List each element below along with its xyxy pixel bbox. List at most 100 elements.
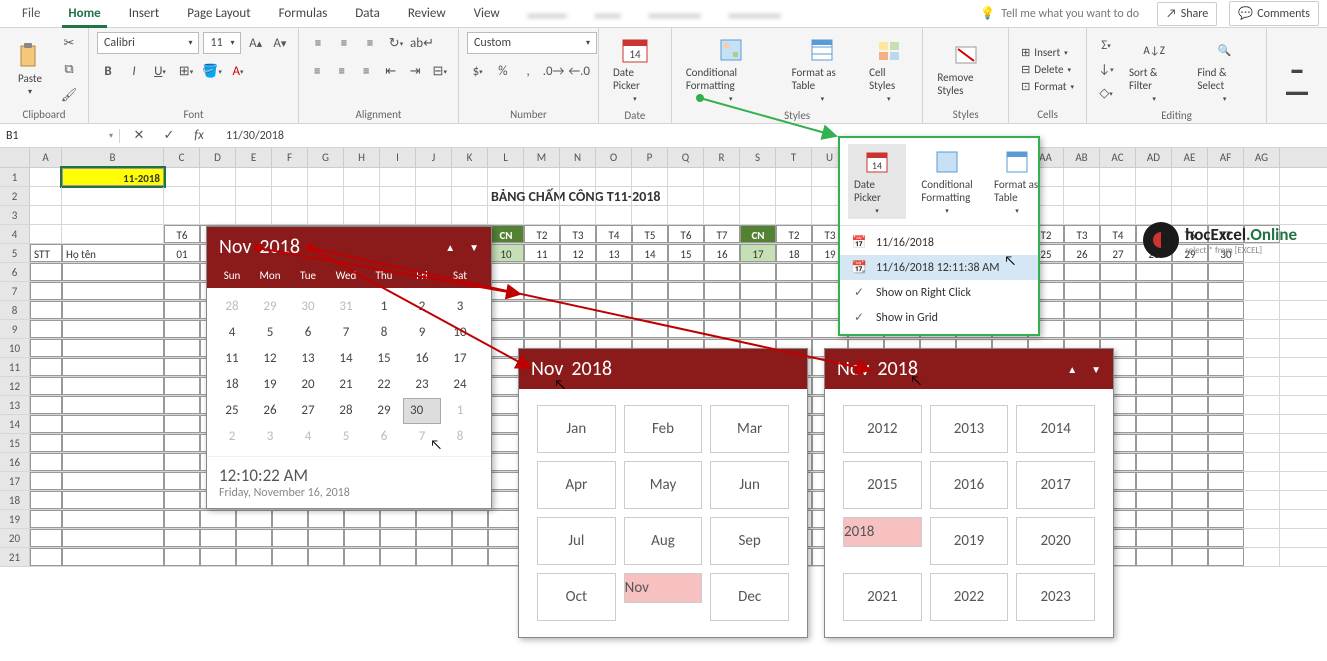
cell[interactable] xyxy=(452,206,488,224)
cell[interactable] xyxy=(30,529,62,547)
cell[interactable] xyxy=(164,168,200,186)
cell[interactable] xyxy=(704,187,740,205)
row-header[interactable]: 18 xyxy=(0,491,30,509)
col-header-O[interactable]: O xyxy=(596,148,632,167)
cell[interactable] xyxy=(632,282,668,300)
row-header[interactable]: 4 xyxy=(0,225,30,243)
cell[interactable] xyxy=(668,263,704,281)
col-header-N[interactable]: N xyxy=(560,148,596,167)
cell[interactable] xyxy=(164,263,200,281)
cell[interactable] xyxy=(452,187,488,205)
font-color-button[interactable]: A▾ xyxy=(227,60,249,82)
calendar-day[interactable]: 26 xyxy=(251,398,289,424)
col-header-B[interactable]: B xyxy=(62,148,164,167)
cell[interactable] xyxy=(308,510,344,528)
cell[interactable] xyxy=(1136,282,1172,300)
cell[interactable] xyxy=(62,301,164,319)
cell[interactable] xyxy=(272,206,308,224)
cell[interactable] xyxy=(632,187,668,205)
cell[interactable] xyxy=(344,510,380,528)
borders-button[interactable]: ⊞▾ xyxy=(175,60,197,82)
row-header[interactable]: 1 xyxy=(0,168,30,186)
col-header-C[interactable]: C xyxy=(164,148,200,167)
cell[interactable] xyxy=(1136,529,1172,547)
calendar-day[interactable]: 10 xyxy=(441,320,479,346)
cell[interactable] xyxy=(1136,434,1172,452)
cell[interactable] xyxy=(524,187,560,205)
cell[interactable] xyxy=(272,529,308,547)
increase-indent-button[interactable]: ⇥ xyxy=(405,60,426,82)
cell[interactable] xyxy=(164,510,200,528)
cell[interactable] xyxy=(1172,263,1208,281)
cell[interactable] xyxy=(1172,472,1208,490)
dp-month[interactable]: Nov xyxy=(219,235,251,259)
cell[interactable] xyxy=(1136,358,1172,376)
year-cell[interactable]: 2021 xyxy=(843,573,922,621)
calendar-day[interactable]: 16 xyxy=(403,346,441,372)
calendar-day[interactable]: 27 xyxy=(289,398,327,424)
dp-year[interactable]: 2018 xyxy=(259,235,300,259)
month-cell[interactable]: Sep xyxy=(710,517,789,565)
cell[interactable] xyxy=(164,301,200,319)
cell[interactable] xyxy=(1100,168,1136,186)
align-center-button[interactable]: ≡ xyxy=(332,60,353,82)
row-header[interactable]: 5 xyxy=(0,244,30,262)
cell[interactable]: CN xyxy=(740,225,776,243)
bold-button[interactable]: B xyxy=(97,60,119,82)
wrap-text-button[interactable]: ab↵ xyxy=(411,32,433,54)
cell[interactable] xyxy=(1208,396,1244,414)
increase-decimal-button[interactable]: .0→ xyxy=(543,60,565,82)
month-cell[interactable]: Aug xyxy=(624,517,703,565)
currency-button[interactable]: $▾ xyxy=(467,60,488,82)
cell[interactable] xyxy=(1064,206,1100,224)
cell[interactable] xyxy=(1244,263,1280,281)
row-header[interactable]: 6 xyxy=(0,263,30,281)
cell[interactable] xyxy=(62,206,164,224)
autosum-button[interactable]: Σ▾ xyxy=(1095,35,1117,57)
calendar-day[interactable]: 3 xyxy=(441,294,479,320)
col-header-G[interactable]: G xyxy=(308,148,344,167)
cell[interactable] xyxy=(272,510,308,528)
cell[interactable] xyxy=(1100,320,1136,338)
decrease-decimal-button[interactable]: ←.0 xyxy=(568,60,590,82)
cell[interactable] xyxy=(1136,263,1172,281)
month-cell[interactable]: Oct xyxy=(537,573,616,621)
cell[interactable] xyxy=(30,415,62,433)
col-header-R[interactable]: R xyxy=(704,148,740,167)
cell[interactable] xyxy=(632,320,668,338)
align-right-button[interactable]: ≡ xyxy=(356,60,377,82)
cell[interactable] xyxy=(1208,529,1244,547)
cell[interactable] xyxy=(1208,168,1244,186)
cell[interactable] xyxy=(1208,510,1244,528)
row-header[interactable]: 3 xyxy=(0,206,30,224)
date-picker-button[interactable]: 14 Date Picker▾ xyxy=(607,32,663,107)
remove-styles-button[interactable]: Remove Styles xyxy=(931,37,1000,101)
calendar-day[interactable]: 21 xyxy=(327,372,365,398)
calendar-day[interactable]: 5 xyxy=(327,424,365,450)
cell[interactable] xyxy=(1064,263,1100,281)
calendar-day[interactable]: 23 xyxy=(403,372,441,398)
cell[interactable] xyxy=(1136,168,1172,186)
cell[interactable] xyxy=(1208,263,1244,281)
cell[interactable] xyxy=(704,263,740,281)
cell[interactable] xyxy=(344,168,380,186)
calendar-day[interactable]: 11 xyxy=(213,346,251,372)
cell[interactable] xyxy=(1244,168,1280,186)
col-header-AG[interactable]: AG xyxy=(1244,148,1280,167)
cell[interactable] xyxy=(62,396,164,414)
cell[interactable] xyxy=(1136,377,1172,395)
col-header-Q[interactable]: Q xyxy=(668,148,704,167)
cell[interactable] xyxy=(776,187,812,205)
cell[interactable] xyxy=(1136,320,1172,338)
col-header-AC[interactable]: AC xyxy=(1100,148,1136,167)
cell[interactable] xyxy=(164,377,200,395)
cell[interactable] xyxy=(62,491,164,509)
cell[interactable] xyxy=(30,472,62,490)
cell[interactable] xyxy=(524,282,560,300)
calendar-day[interactable]: 12 xyxy=(251,346,289,372)
cell[interactable]: T6 xyxy=(668,225,704,243)
calendar-day[interactable]: 6 xyxy=(289,320,327,346)
cell[interactable] xyxy=(1136,339,1172,357)
cell[interactable] xyxy=(1244,358,1280,376)
cell[interactable] xyxy=(704,301,740,319)
